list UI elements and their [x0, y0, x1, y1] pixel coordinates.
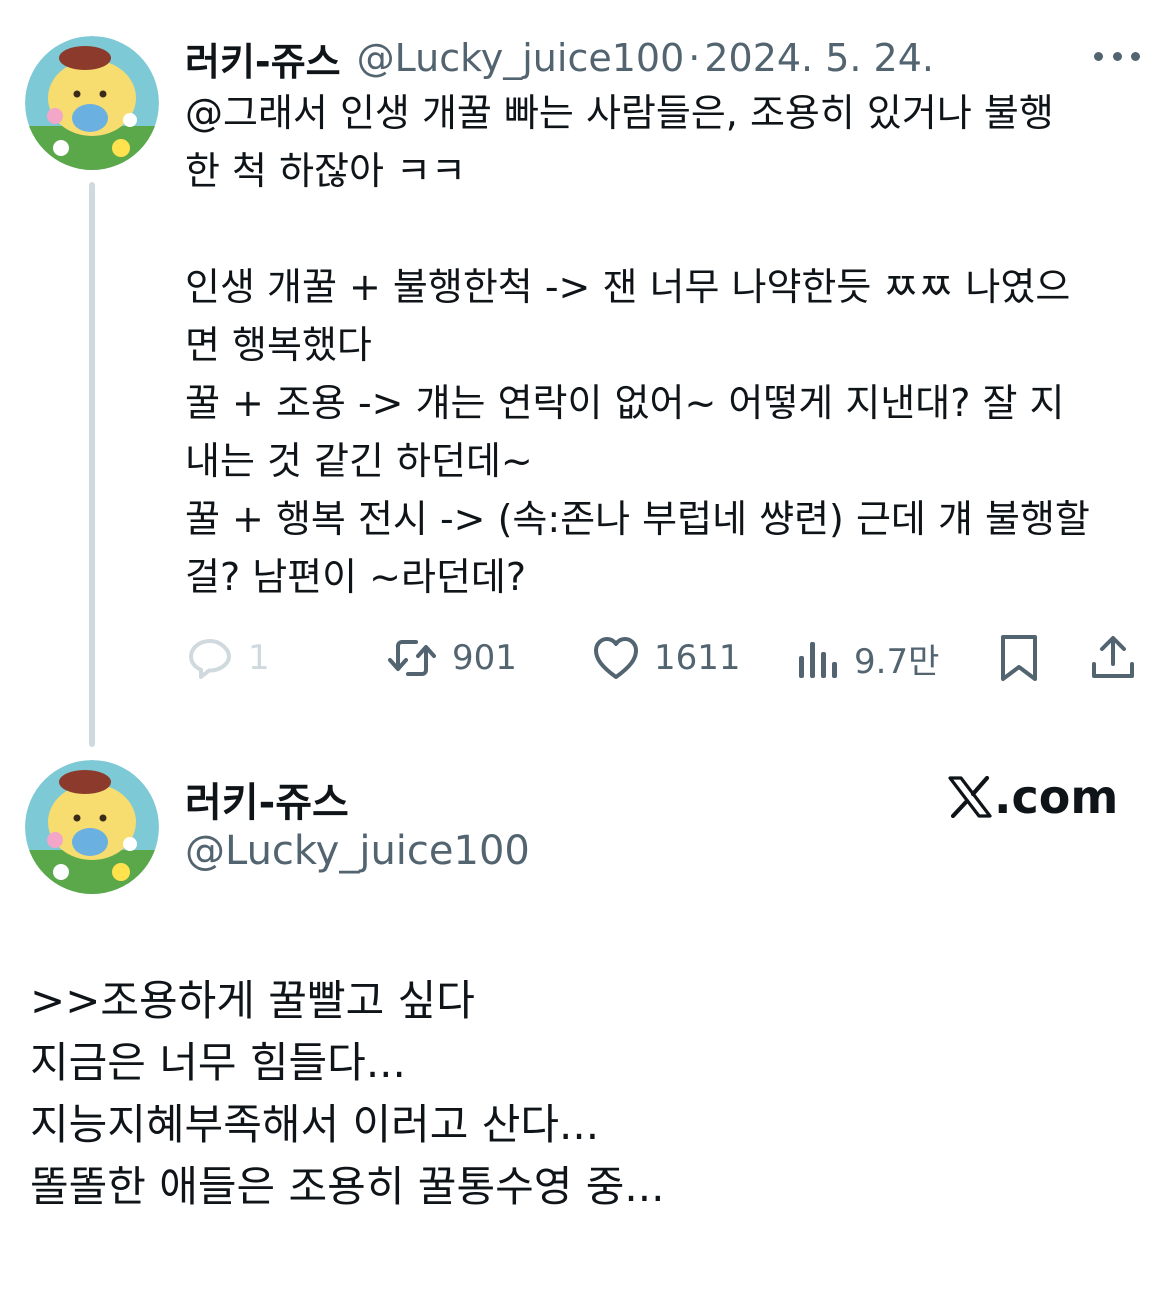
display-name[interactable]: 러키-쥬스: [185, 31, 341, 86]
tweet-date[interactable]: 2024. 5. 24.: [704, 36, 934, 80]
bookmark-button[interactable]: [998, 628, 1040, 688]
tweet-text-line: 꿀 + 조용 -> 걔는 연락이 없어~ 어떻게 지낸대? 잘 지: [185, 381, 1065, 425]
tweet-text-line: [185, 200, 1150, 258]
like-count: 1611: [654, 638, 741, 678]
more-dot: [1112, 51, 1122, 61]
x-brand-label: .com: [948, 770, 1118, 824]
views-count: 9.7만: [854, 641, 940, 682]
reply-count: 1: [248, 638, 270, 678]
screenshot-page: 러키-쥬스 @Lucky_juice100 · 2024. 5. 24. @그래…: [0, 0, 1170, 1310]
tweet-text-line: 한 척 하잖아 ㅋㅋ: [185, 149, 466, 193]
avatar-illustration: [25, 36, 159, 170]
views-button[interactable]: 9.7만: [796, 628, 939, 688]
card-text-line: 지능지혜부족해서 이러고 산다...: [30, 1100, 600, 1149]
tweet-text-line: 걸? 남편이 ~라던데?: [185, 555, 527, 599]
heart-icon: [594, 637, 638, 679]
card-display-name[interactable]: 러키-쥬스: [185, 770, 349, 828]
more-icon[interactable]: [1094, 44, 1140, 68]
share-icon: [1092, 636, 1134, 678]
share-button[interactable]: [1090, 628, 1136, 688]
reply-button[interactable]: 1: [186, 628, 270, 688]
retweet-icon: [388, 640, 436, 676]
retweet-count: 901: [452, 638, 517, 678]
card-user-handle[interactable]: @Lucky_juice100: [185, 828, 530, 874]
views-icon: [799, 642, 837, 678]
tweet-text-line: 인생 개꿀 + 불행한척 -> 잰 너무 나약한듯 ㅉㅉ 나였으: [185, 265, 1071, 309]
bookmark-icon: [1001, 635, 1037, 681]
tweet-text-line: 꿀 + 행복 전시 -> (속:존나 부럽네 썅련) 근데 걔 불행할: [185, 497, 1090, 541]
card-text-line: >>조용하게 꿀빨고 싶다: [30, 976, 475, 1025]
card-text-line: 똘똘한 애들은 조용히 꿀통수영 중...: [30, 1162, 665, 1211]
retweet-button[interactable]: 901: [386, 628, 517, 688]
tweet-text-line: 면 행복했다: [185, 323, 372, 367]
card-text: >>조용하게 꿀빨고 싶다 지금은 너무 힘들다... 지능지혜부족해서 이러고…: [30, 970, 1140, 1218]
x-logo-icon: [948, 776, 992, 818]
tweet-header: 러키-쥬스 @Lucky_juice100 · 2024. 5. 24.: [185, 30, 934, 86]
avatar[interactable]: [25, 36, 159, 170]
tweet-action-bar: 1 901 1611 9.7만: [0, 628, 1170, 688]
avatar-illustration: [25, 760, 159, 894]
avatar[interactable]: [25, 760, 159, 894]
tweet-text-line: 내는 것 같긴 하던데~: [185, 439, 533, 483]
separator-dot: ·: [688, 36, 701, 80]
tweet-text-line: @그래서 인생 개꿀 빠는 사람들은, 조용히 있거나 불행: [185, 91, 1054, 135]
like-button[interactable]: 1611: [592, 628, 741, 688]
more-dot: [1094, 51, 1103, 61]
brand-domain: .com: [994, 770, 1119, 824]
reply-icon: [189, 639, 231, 679]
card-text-line: 지금은 너무 힘들다...: [30, 1038, 406, 1087]
tweet-text: @그래서 인생 개꿀 빠는 사람들은, 조용히 있거나 불행 한 척 하잖아 ㅋ…: [185, 84, 1150, 606]
more-dot: [1131, 51, 1140, 61]
user-handle[interactable]: @Lucky_juice100: [357, 36, 685, 80]
